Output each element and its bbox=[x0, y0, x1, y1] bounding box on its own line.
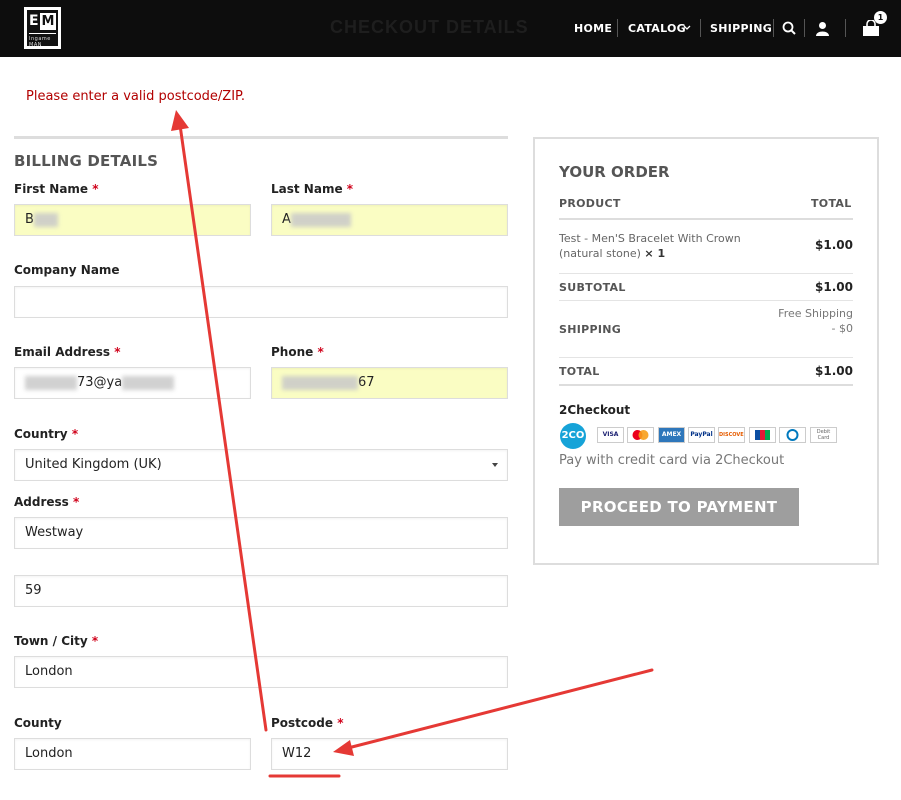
order-divider bbox=[559, 300, 853, 301]
city-label: Town / City * bbox=[14, 634, 99, 648]
postcode-label: Postcode * bbox=[271, 716, 344, 730]
address-label: Address * bbox=[14, 495, 80, 509]
discover-card-icon: DISCOVER bbox=[718, 427, 745, 443]
col-product-header: PRODUCT bbox=[559, 197, 621, 210]
debit-card-icon: Debit Card bbox=[810, 427, 837, 443]
payment-description: Pay with credit card via 2Checkout bbox=[559, 453, 785, 468]
country-label: Country * bbox=[14, 427, 79, 441]
site-header: E M Ingame MAN CHECKOUT DETAILS HOME CAT… bbox=[0, 0, 901, 57]
company-label: Company Name bbox=[14, 263, 120, 277]
chevron-down-icon bbox=[683, 25, 691, 30]
order-divider bbox=[559, 357, 853, 358]
order-divider bbox=[559, 384, 853, 386]
billing-title: BILLING DETAILS bbox=[14, 152, 159, 170]
diners-card-icon bbox=[779, 427, 806, 443]
amex-card-icon: AMEX bbox=[658, 427, 685, 443]
shipping-value: Free Shipping - $0 bbox=[778, 307, 853, 335]
county-label: County bbox=[14, 716, 62, 730]
col-total-header: TOTAL bbox=[811, 197, 852, 210]
visa-card-icon: VISA bbox=[597, 427, 624, 443]
nav-home[interactable]: HOME bbox=[574, 22, 612, 35]
subtotal-label: SUBTOTAL bbox=[559, 281, 626, 294]
logo-subtext: Ingame MAN bbox=[29, 36, 51, 48]
last-name-label: Last Name * bbox=[271, 182, 354, 196]
user-icon[interactable] bbox=[815, 21, 830, 36]
total-label: TOTAL bbox=[559, 365, 600, 378]
error-message: Please enter a valid postcode/ZIP. bbox=[26, 89, 245, 104]
page-title: CHECKOUT DETAILS bbox=[330, 17, 529, 37]
order-divider bbox=[559, 218, 853, 220]
email-field[interactable]: 73@ya bbox=[14, 367, 251, 399]
section-divider bbox=[14, 136, 508, 139]
postcode-field[interactable]: W12 bbox=[271, 738, 508, 770]
first-name-field[interactable]: B bbox=[14, 204, 251, 236]
subtotal-value: $1.00 bbox=[815, 280, 853, 294]
first-name-label: First Name * bbox=[14, 182, 99, 196]
company-field[interactable] bbox=[14, 286, 508, 318]
phone-field[interactable]: 67 bbox=[271, 367, 508, 399]
cart-count-badge: 1 bbox=[874, 11, 887, 24]
order-item-total: $1.00 bbox=[815, 238, 853, 252]
last-name-field[interactable]: A bbox=[271, 204, 508, 236]
proceed-to-payment-button[interactable]: PROCEED TO PAYMENT bbox=[559, 488, 799, 526]
phone-label: Phone * bbox=[271, 345, 324, 359]
payment-method-title[interactable]: 2Checkout bbox=[559, 403, 630, 417]
nav-catalog[interactable]: CATALOG bbox=[628, 22, 686, 35]
arrowhead-icon bbox=[171, 110, 189, 131]
city-field[interactable]: London bbox=[14, 656, 508, 688]
order-item-name: Test - Men'S Bracelet With Crown (natura… bbox=[559, 232, 741, 260]
email-label: Email Address * bbox=[14, 345, 121, 359]
nav-shipping[interactable]: SHIPPING bbox=[710, 22, 772, 35]
paypal-icon: PayPal bbox=[688, 427, 715, 443]
jcb-card-icon bbox=[749, 427, 776, 443]
county-field[interactable]: London bbox=[14, 738, 251, 770]
2checkout-logo: 2CO bbox=[560, 423, 586, 449]
shipping-label: SHIPPING bbox=[559, 323, 622, 336]
address-line2-field[interactable]: 59 bbox=[14, 575, 508, 607]
address-line1-field[interactable]: Westway bbox=[14, 517, 508, 549]
order-title: YOUR ORDER bbox=[559, 163, 670, 181]
total-value: $1.00 bbox=[815, 364, 853, 378]
country-select[interactable]: United Kingdom (UK) bbox=[14, 449, 508, 481]
search-icon[interactable] bbox=[782, 21, 796, 35]
site-logo[interactable]: E M Ingame MAN bbox=[24, 7, 61, 49]
order-divider bbox=[559, 273, 853, 274]
mastercard-icon bbox=[627, 427, 654, 443]
select-arrow-icon bbox=[492, 463, 498, 467]
